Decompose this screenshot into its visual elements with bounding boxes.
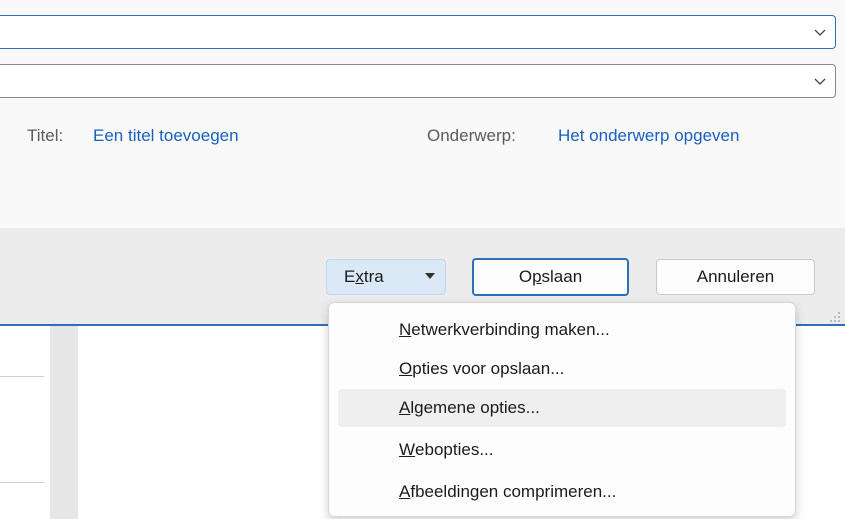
divider [0, 482, 44, 483]
filetype-combobox[interactable] [0, 64, 836, 98]
divider [0, 376, 44, 377]
filename-combobox[interactable] [0, 15, 836, 49]
resize-grip-icon[interactable] [829, 311, 841, 323]
menu-item-mnemonic: N [399, 320, 412, 339]
cancel-label: Annuleren [696, 267, 775, 286]
chevron-down-icon[interactable] [813, 74, 827, 88]
menu-item-label: etwerkverbinding maken... [411, 320, 610, 339]
extra-dropdown-menu: Netwerkverbinding maken... Opties voor o… [328, 302, 796, 517]
chevron-down-icon[interactable] [813, 25, 827, 39]
extra-button[interactable]: Extra [326, 259, 446, 295]
title-link[interactable]: Een titel toevoegen [93, 126, 239, 146]
menu-item-mnemonic: A [399, 398, 411, 417]
dropdown-caret-icon [425, 273, 435, 279]
menu-item-label: lgemene opties... [410, 398, 540, 417]
save-label: Opslaan [518, 267, 583, 286]
extra-label: Extra [344, 267, 384, 286]
title-label: Titel: [27, 126, 64, 145]
navigation-pane [0, 326, 50, 519]
menu-item-compress-pictures[interactable]: Afbeeldingen comprimeren... [338, 473, 786, 511]
menu-item-label: pties voor opslaan... [412, 359, 565, 378]
cancel-button[interactable]: Annuleren [656, 259, 815, 295]
menu-item-general-options[interactable]: Algemene opties... [338, 389, 786, 427]
menu-item-map-network-drive[interactable]: Netwerkverbinding maken... [338, 311, 786, 349]
menu-item-mnemonic: A [399, 482, 411, 501]
save-button[interactable]: Opslaan [472, 258, 629, 296]
menu-item-mnemonic: W [399, 440, 416, 459]
subject-label: Onderwerp: [427, 126, 516, 145]
menu-item-save-options[interactable]: Opties voor opslaan... [338, 350, 786, 388]
scrollbar-track[interactable] [50, 326, 78, 519]
subject-link[interactable]: Het onderwerp opgeven [558, 126, 739, 146]
menu-item-label: fbeeldingen comprimeren... [410, 482, 617, 501]
menu-item-web-options[interactable]: Webopties... [338, 431, 786, 469]
menu-item-mnemonic: O [399, 359, 413, 378]
menu-item-label: ebopties... [415, 440, 494, 459]
